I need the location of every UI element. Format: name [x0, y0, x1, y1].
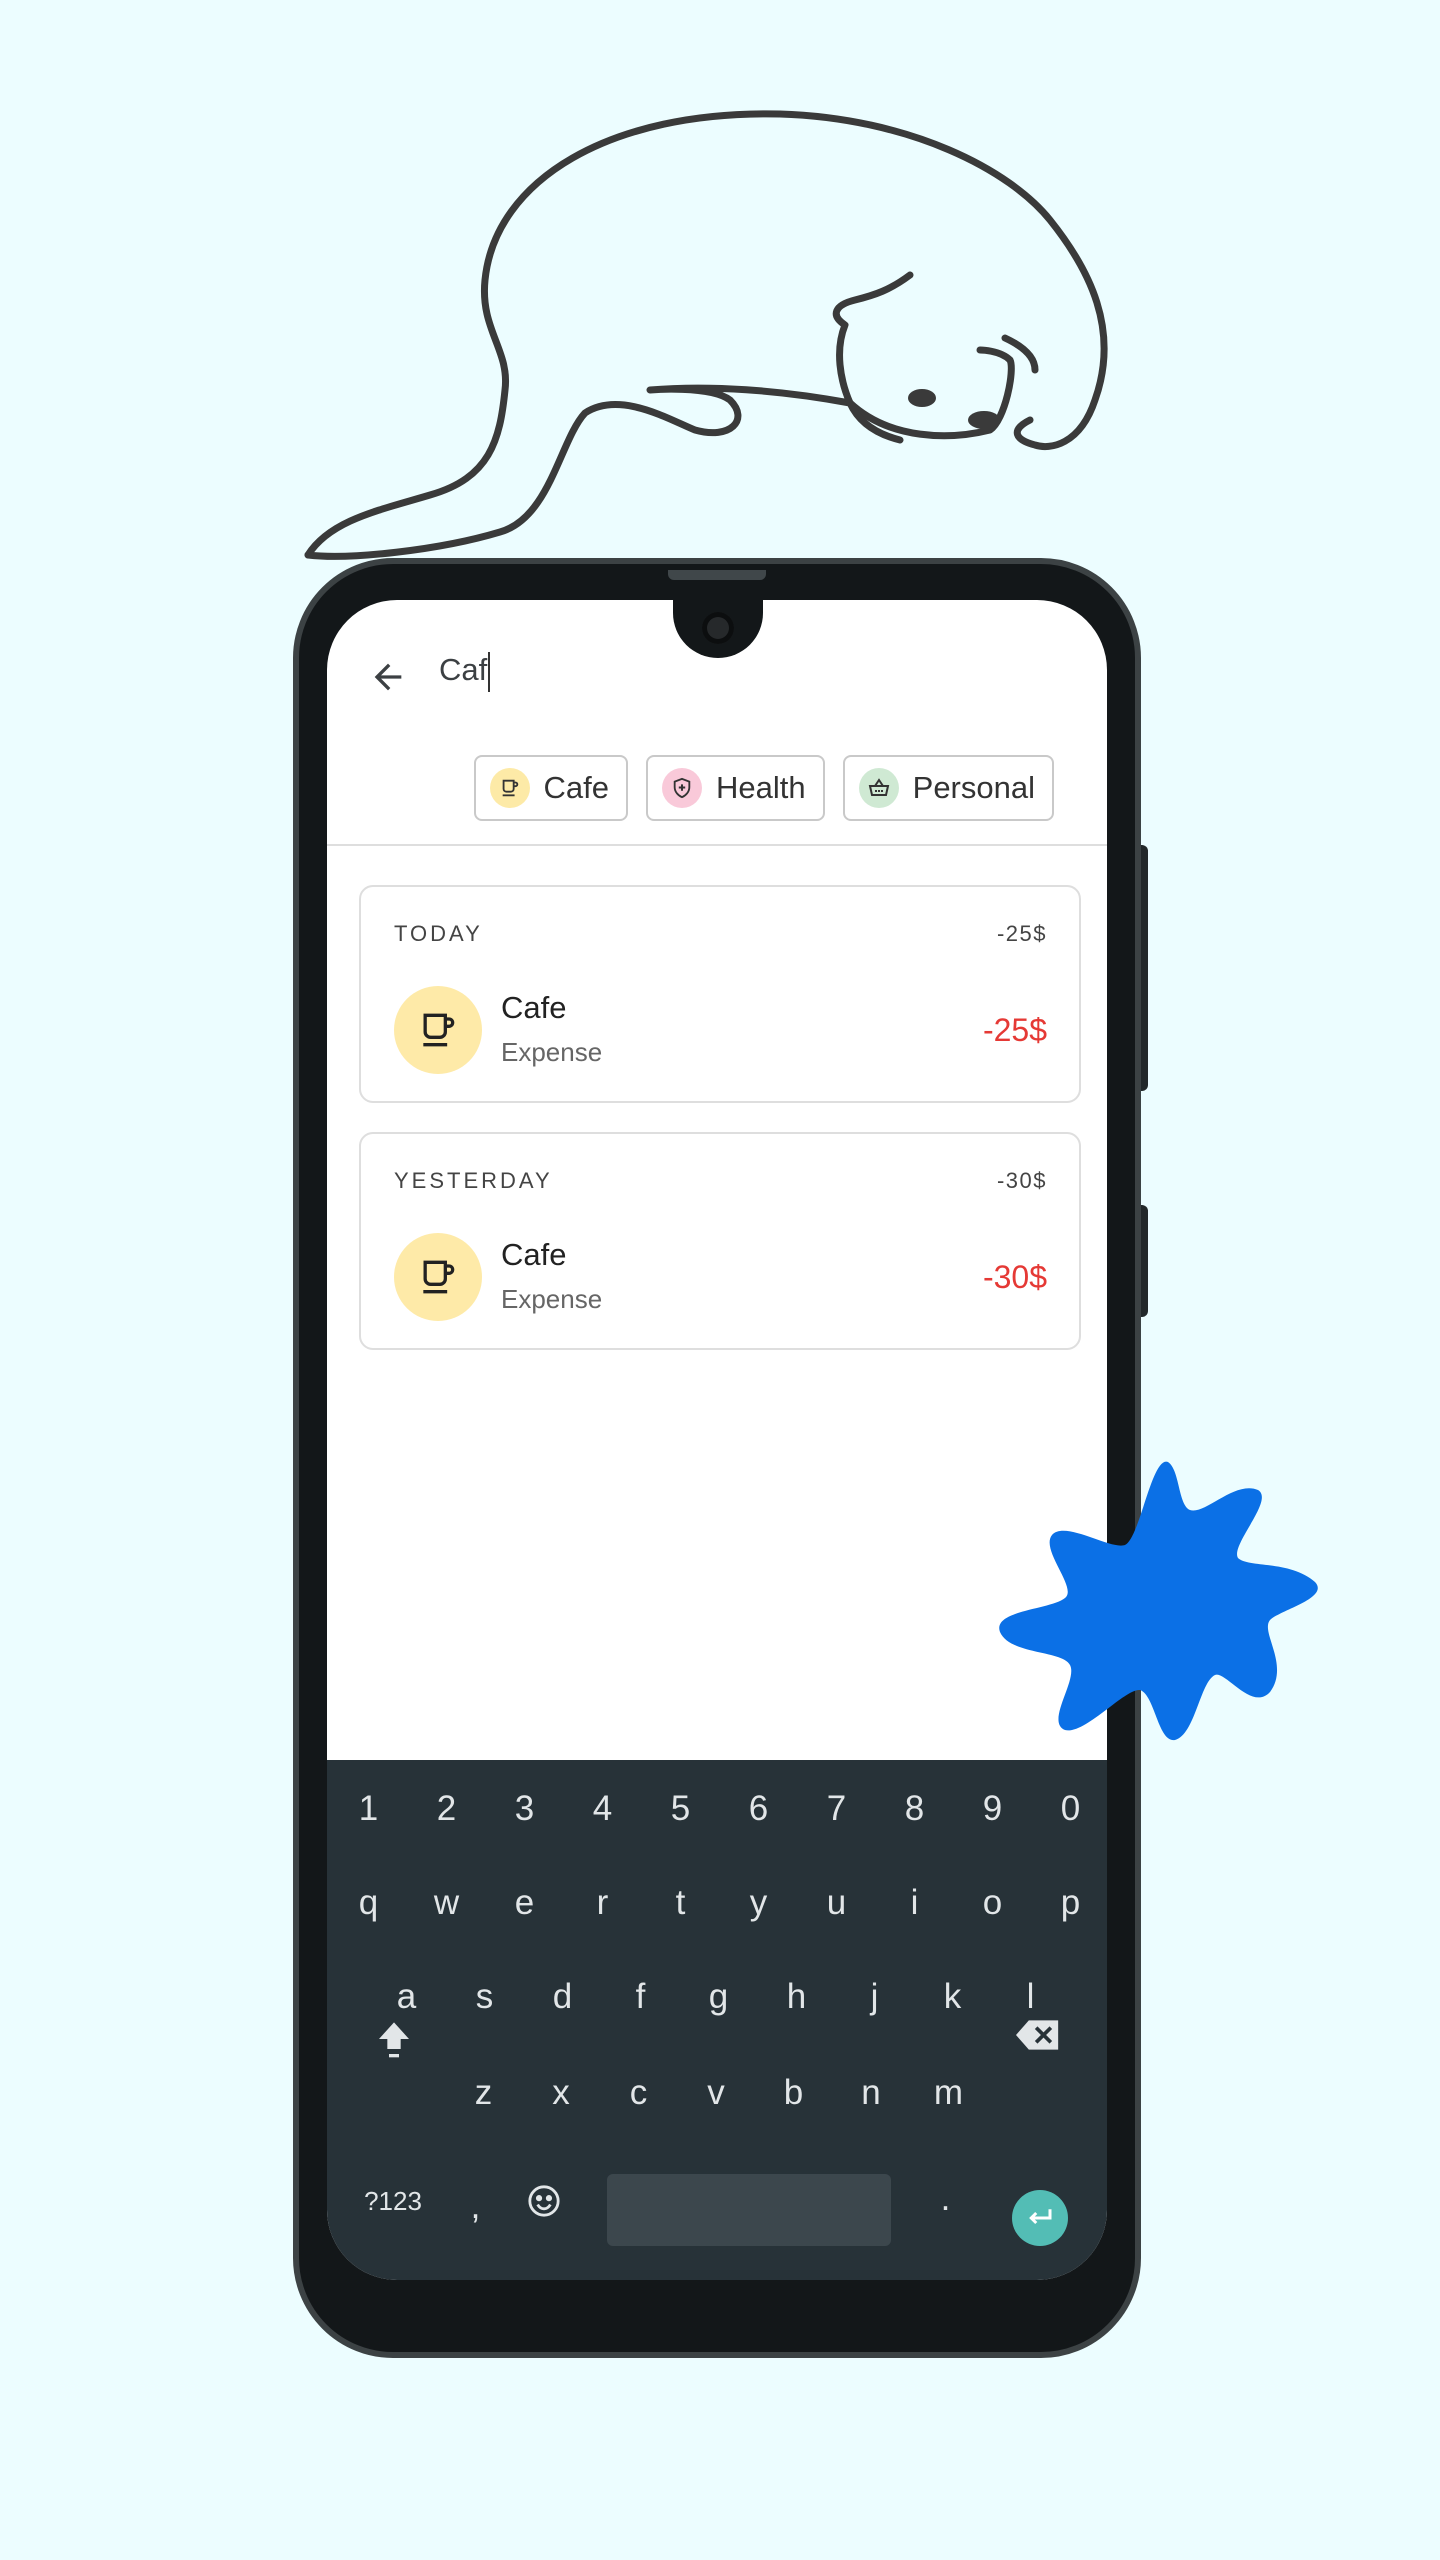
space-key[interactable]	[607, 2174, 891, 2246]
key-e[interactable]: e	[486, 1868, 563, 1938]
symbols-key[interactable]: ?123	[343, 2166, 443, 2236]
key-g[interactable]: g	[680, 1962, 757, 2032]
search-query: Caf	[439, 652, 488, 688]
transaction-amount: -25$	[982, 1012, 1047, 1048]
group-total: -30$	[996, 1168, 1047, 1193]
key-k[interactable]: k	[914, 1962, 991, 2032]
key-0[interactable]: 0	[1032, 1774, 1107, 1844]
key-7[interactable]: 7	[798, 1774, 875, 1844]
basket-icon	[858, 768, 899, 808]
category-chips: Cafe Health Personal	[473, 755, 1054, 821]
key-1[interactable]: 1	[330, 1774, 407, 1844]
transaction-type: Expense	[501, 1284, 603, 1314]
soft-keyboard: 1234567890qwertyuiopasdfghjklzxcvbnm ?12…	[327, 1760, 1107, 2280]
chip-label: Personal	[912, 770, 1035, 805]
enter-key[interactable]	[1012, 2190, 1068, 2246]
key-4[interactable]: 4	[564, 1774, 641, 1844]
key-v[interactable]: v	[678, 2058, 755, 2128]
key-d[interactable]: d	[524, 1962, 601, 2032]
arrow-back-icon	[374, 663, 402, 691]
search-bar: Caf	[327, 600, 1107, 730]
coffee-cup-icon	[394, 986, 482, 1074]
key-3[interactable]: 3	[486, 1774, 563, 1844]
key-o[interactable]: o	[954, 1868, 1031, 1938]
splash-decoration	[999, 1461, 1318, 1741]
phone-screen: Caf Cafe Health Personal TODAY -25$ Cafe…	[327, 600, 1107, 2280]
transaction-type: Expense	[501, 1037, 603, 1067]
enter-icon	[1029, 2209, 1052, 2225]
chip-label: Cafe	[543, 770, 610, 805]
key-s[interactable]: s	[446, 1962, 523, 2032]
group-date: TODAY	[394, 921, 483, 946]
transaction-amount: -30$	[982, 1259, 1047, 1295]
chip-health[interactable]: Health	[646, 755, 825, 821]
transaction-name[interactable]: Cafe	[501, 1237, 566, 1273]
key-z[interactable]: z	[445, 2058, 522, 2128]
key-8[interactable]: 8	[876, 1774, 953, 1844]
key-2[interactable]: 2	[408, 1774, 485, 1844]
comma-key[interactable]: ,	[437, 2172, 514, 2242]
key-5[interactable]: 5	[642, 1774, 719, 1844]
key-i[interactable]: i	[876, 1868, 953, 1938]
key-m[interactable]: m	[910, 2058, 987, 2128]
key-r[interactable]: r	[564, 1868, 641, 1938]
key-w[interactable]: w	[408, 1868, 485, 1938]
key-u[interactable]: u	[798, 1868, 875, 1938]
emoji-key[interactable]	[505, 2166, 582, 2236]
backspace-icon	[1015, 2020, 1058, 2050]
shift-key[interactable]	[355, 2004, 432, 2074]
back-button[interactable]	[361, 650, 415, 704]
emoji-icon	[527, 2185, 560, 2217]
key-6[interactable]: 6	[720, 1774, 797, 1844]
key-p[interactable]: p	[1032, 1868, 1107, 1938]
key-n[interactable]: n	[833, 2058, 910, 2128]
group-date: YESTERDAY	[394, 1168, 553, 1193]
earpiece-speaker	[668, 570, 766, 580]
transaction-group-today: TODAY -25$ Cafe Expense -25$	[359, 885, 1081, 1103]
divider	[327, 844, 1107, 846]
key-h[interactable]: h	[758, 1962, 835, 2032]
shield-icon	[662, 768, 703, 808]
key-9[interactable]: 9	[954, 1774, 1031, 1844]
text-cursor	[488, 652, 491, 692]
group-total: -25$	[996, 921, 1047, 946]
key-y[interactable]: y	[720, 1868, 797, 1938]
period-key[interactable]: .	[907, 2164, 984, 2234]
shift-icon	[378, 2022, 409, 2058]
coffee-cup-icon	[489, 768, 530, 808]
cat-illustration	[304, 110, 1108, 560]
chip-cafe[interactable]: Cafe	[473, 755, 629, 821]
backspace-key[interactable]	[999, 2000, 1076, 2070]
coffee-cup-icon	[394, 1233, 482, 1321]
key-c[interactable]: c	[600, 2058, 677, 2128]
key-x[interactable]: x	[523, 2058, 600, 2128]
key-j[interactable]: j	[836, 1962, 913, 2032]
key-b[interactable]: b	[755, 2058, 832, 2128]
chip-personal[interactable]: Personal	[842, 755, 1054, 821]
transaction-name[interactable]: Cafe	[501, 990, 566, 1026]
search-input[interactable]: Caf	[439, 652, 491, 692]
transaction-group-yesterday: YESTERDAY -30$ Cafe Expense -30$	[359, 1132, 1081, 1350]
key-t[interactable]: t	[642, 1868, 719, 1938]
key-f[interactable]: f	[602, 1962, 679, 2032]
chip-label: Health	[716, 770, 806, 805]
key-q[interactable]: q	[330, 1868, 407, 1938]
